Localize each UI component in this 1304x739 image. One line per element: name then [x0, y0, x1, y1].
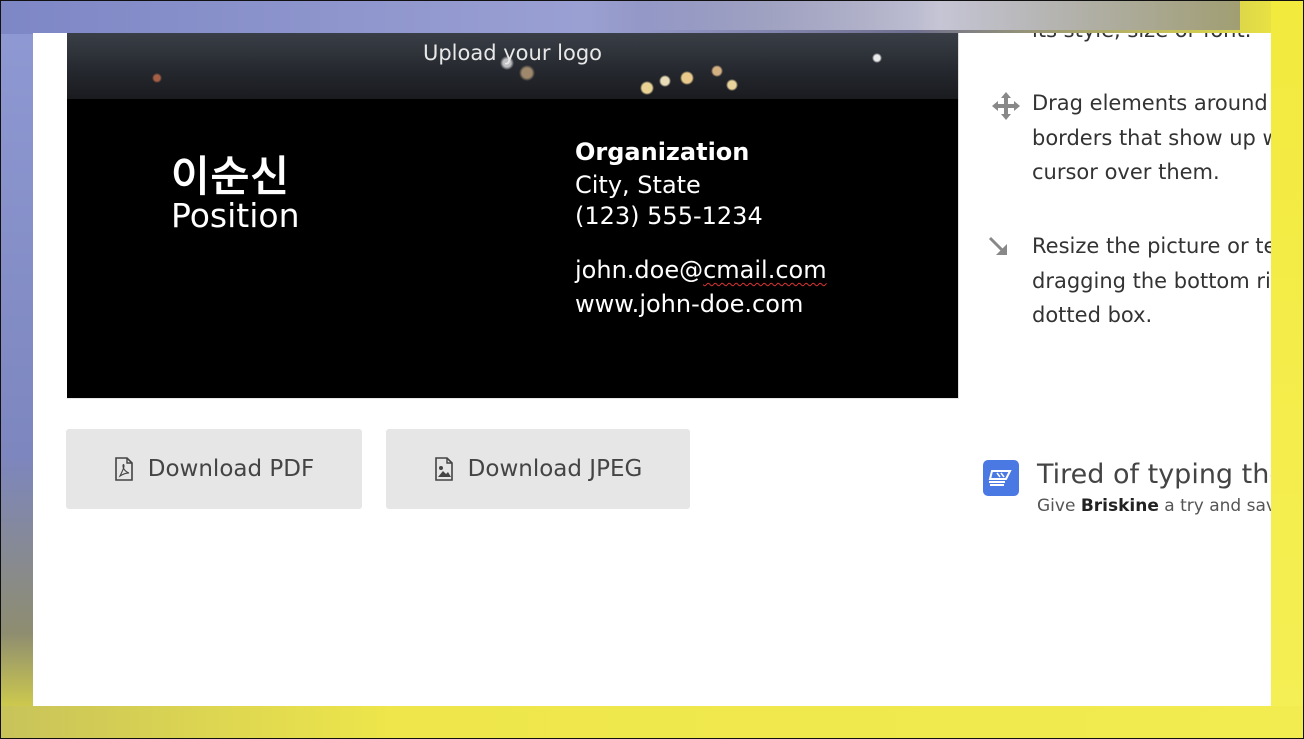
download-jpeg-label: Download JPEG [467, 456, 643, 482]
instruction-drag-line1: Drag elements around u [1032, 91, 1271, 115]
instruction-resize-line2: dragging the bottom rig [1032, 268, 1271, 293]
card-website[interactable]: www.john-doe.com [575, 290, 803, 318]
promo-title[interactable]: Tired of typing the [1037, 459, 1271, 490]
instruction-resize: Resize the picture or tex dragging the b… [1032, 229, 1271, 333]
card-name[interactable]: 이순신 [171, 143, 290, 204]
download-pdf-button[interactable]: Download PDF [66, 429, 362, 509]
card-phone[interactable]: (123) 555-1234 [575, 202, 763, 230]
card-organization[interactable]: Organization [575, 138, 749, 166]
resize-arrow-icon [987, 235, 1011, 264]
promo-subtitle: Give Briskine a try and save [1037, 496, 1271, 516]
promo-brand[interactable]: Briskine [1081, 496, 1159, 516]
background-streak [640, 0, 1240, 30]
card-email-prefix: john.doe@ [575, 256, 704, 284]
background-bottom [0, 706, 1304, 739]
upload-logo-label[interactable]: Upload your logo [67, 41, 958, 65]
briskine-logo-icon[interactable] [983, 460, 1019, 496]
card-photo-header[interactable]: Upload your logo [67, 33, 958, 99]
download-pdf-label: Download PDF [147, 456, 315, 482]
image-file-icon [434, 457, 454, 481]
move-icon [991, 91, 1021, 126]
card-city-state[interactable]: City, State [575, 171, 701, 199]
business-card-preview: Upload your logo 이순신 Position Organizati… [67, 33, 959, 399]
instruction-resize-line3: dotted box. [1032, 303, 1153, 327]
instruction-style: its style, size or font. [1032, 33, 1251, 48]
page-content: Upload your logo 이순신 Position Organizati… [33, 33, 1271, 706]
instruction-drag: Drag elements around u borders that show… [1032, 86, 1271, 190]
instruction-resize-line1: Resize the picture or tex [1032, 234, 1271, 258]
instruction-drag-line2: borders that show up w [1032, 125, 1271, 150]
download-jpeg-button[interactable]: Download JPEG [386, 429, 690, 509]
instruction-drag-line3: cursor over them. [1032, 160, 1220, 184]
promo-sub-prefix: Give [1037, 496, 1081, 516]
background-left [0, 34, 33, 739]
pdf-file-icon [114, 457, 134, 481]
card-position[interactable]: Position [171, 196, 300, 235]
card-email[interactable]: john.doe@cmail.com [575, 256, 827, 284]
instruction-style-line: its style, size or font. [1032, 33, 1251, 48]
promo-sub-suffix: a try and save [1164, 496, 1271, 516]
card-email-domain: cmail.com [703, 256, 827, 284]
background-right [1271, 0, 1304, 739]
